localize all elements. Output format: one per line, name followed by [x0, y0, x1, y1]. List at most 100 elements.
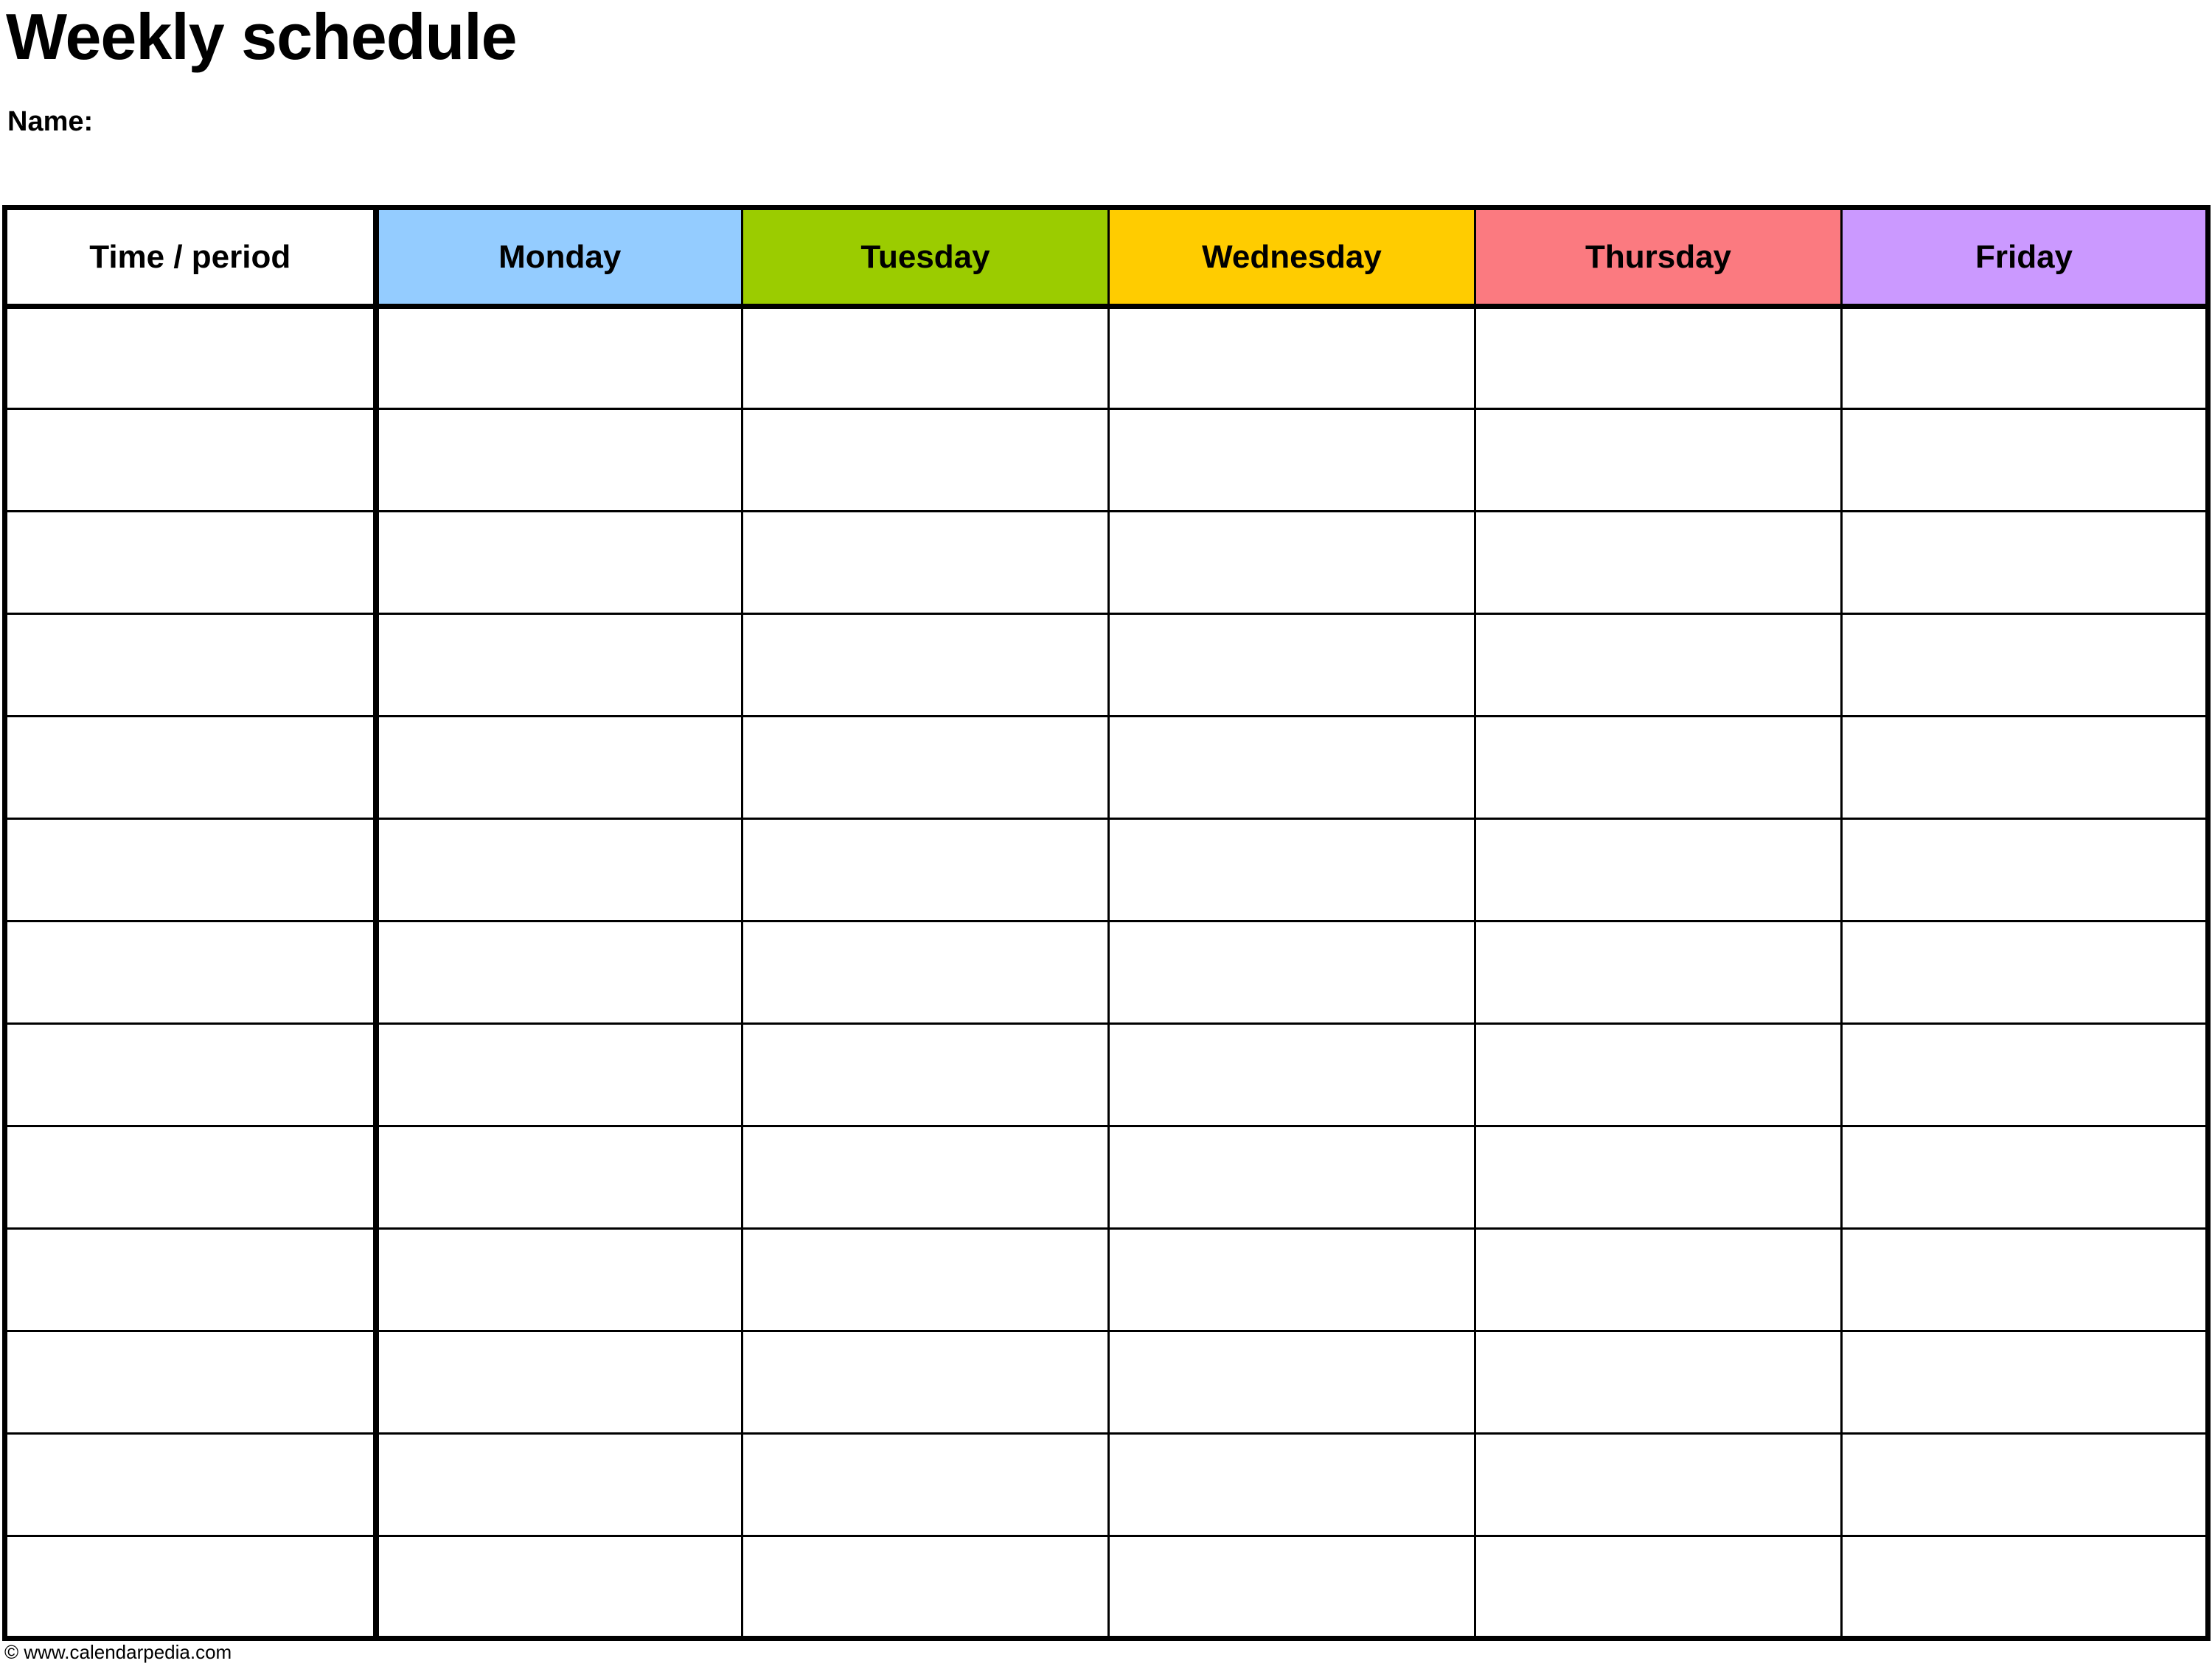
schedule-cell-tuesday[interactable] — [741, 1227, 1110, 1332]
schedule-cell-tuesday[interactable] — [741, 510, 1110, 615]
schedule-cell-friday[interactable] — [1840, 1535, 2209, 1640]
weekly-schedule-table: Time / period Monday Tuesday Wednesday T… — [2, 205, 2211, 1641]
schedule-cell-time[interactable] — [4, 1535, 379, 1640]
schedule-cell-wednesday[interactable] — [1107, 715, 1476, 820]
column-header-time-period: Time / period — [4, 207, 379, 309]
schedule-cell-friday[interactable] — [1840, 613, 2209, 717]
schedule-cell-tuesday[interactable] — [741, 1022, 1110, 1127]
schedule-cell-tuesday[interactable] — [741, 818, 1110, 922]
schedule-cell-friday[interactable] — [1840, 510, 2209, 615]
table-row — [4, 1330, 2209, 1435]
schedule-cell-wednesday[interactable] — [1107, 920, 1476, 1025]
schedule-cell-wednesday[interactable] — [1107, 818, 1476, 922]
schedule-cell-friday[interactable] — [1840, 1432, 2209, 1537]
name-field-label: Name: — [7, 106, 94, 137]
schedule-cell-monday[interactable] — [375, 613, 743, 717]
table-row — [4, 1432, 2209, 1537]
schedule-cell-monday[interactable] — [375, 408, 743, 512]
schedule-cell-time[interactable] — [4, 1330, 379, 1435]
schedule-cell-friday[interactable] — [1840, 306, 2209, 410]
table-body — [4, 306, 2209, 1640]
schedule-cell-wednesday[interactable] — [1107, 306, 1476, 410]
weekly-schedule-page: Weekly schedule Name: Time / period Mond… — [0, 0, 2212, 1669]
schedule-cell-monday[interactable] — [375, 1227, 743, 1332]
schedule-cell-thursday[interactable] — [1474, 715, 1843, 820]
schedule-cell-thursday[interactable] — [1474, 1432, 1843, 1537]
schedule-cell-thursday[interactable] — [1474, 1535, 1843, 1640]
schedule-cell-time[interactable] — [4, 510, 379, 615]
schedule-cell-wednesday[interactable] — [1107, 1227, 1476, 1332]
schedule-cell-friday[interactable] — [1840, 818, 2209, 922]
schedule-cell-friday[interactable] — [1840, 920, 2209, 1025]
schedule-cell-thursday[interactable] — [1474, 1227, 1843, 1332]
schedule-cell-tuesday[interactable] — [741, 715, 1110, 820]
schedule-cell-time[interactable] — [4, 818, 379, 922]
schedule-cell-tuesday[interactable] — [741, 613, 1110, 717]
schedule-cell-tuesday[interactable] — [741, 306, 1110, 410]
page-title: Weekly schedule — [6, 0, 518, 73]
schedule-cell-monday[interactable] — [375, 818, 743, 922]
schedule-cell-tuesday[interactable] — [741, 408, 1110, 512]
schedule-table-container: Time / period Monday Tuesday Wednesday T… — [2, 205, 2211, 1641]
schedule-cell-time[interactable] — [4, 408, 379, 512]
footer-credit: © www.calendarpedia.com — [4, 1641, 232, 1663]
schedule-cell-time[interactable] — [4, 1227, 379, 1332]
schedule-cell-monday[interactable] — [375, 1022, 743, 1127]
schedule-cell-monday[interactable] — [375, 1125, 743, 1230]
schedule-cell-monday[interactable] — [375, 1330, 743, 1435]
schedule-cell-friday[interactable] — [1840, 715, 2209, 820]
table-row — [4, 920, 2209, 1025]
schedule-cell-wednesday[interactable] — [1107, 1022, 1476, 1127]
schedule-cell-friday[interactable] — [1840, 1227, 2209, 1332]
schedule-cell-thursday[interactable] — [1474, 408, 1843, 512]
schedule-cell-wednesday[interactable] — [1107, 1330, 1476, 1435]
schedule-cell-monday[interactable] — [375, 510, 743, 615]
schedule-cell-time[interactable] — [4, 613, 379, 717]
schedule-cell-time[interactable] — [4, 1432, 379, 1537]
schedule-cell-tuesday[interactable] — [741, 1535, 1110, 1640]
schedule-cell-thursday[interactable] — [1474, 920, 1843, 1025]
table-row — [4, 408, 2209, 512]
schedule-cell-monday[interactable] — [375, 920, 743, 1025]
schedule-cell-wednesday[interactable] — [1107, 510, 1476, 615]
schedule-cell-time[interactable] — [4, 1022, 379, 1127]
schedule-cell-friday[interactable] — [1840, 1022, 2209, 1127]
schedule-cell-wednesday[interactable] — [1107, 408, 1476, 512]
column-header-monday: Monday — [375, 207, 743, 309]
heading-block: Weekly schedule Name: — [6, 0, 2203, 136]
schedule-cell-friday[interactable] — [1840, 1125, 2209, 1230]
schedule-cell-monday[interactable] — [375, 1432, 743, 1537]
table-row — [4, 613, 2209, 717]
schedule-cell-thursday[interactable] — [1474, 1022, 1843, 1127]
column-header-thursday: Thursday — [1474, 207, 1843, 309]
schedule-cell-tuesday[interactable] — [741, 1330, 1110, 1435]
schedule-cell-thursday[interactable] — [1474, 1330, 1843, 1435]
schedule-cell-thursday[interactable] — [1474, 613, 1843, 717]
schedule-cell-wednesday[interactable] — [1107, 1535, 1476, 1640]
schedule-cell-tuesday[interactable] — [741, 1432, 1110, 1537]
schedule-cell-time[interactable] — [4, 715, 379, 820]
column-header-tuesday: Tuesday — [741, 207, 1110, 309]
schedule-cell-thursday[interactable] — [1474, 510, 1843, 615]
schedule-cell-thursday[interactable] — [1474, 1125, 1843, 1230]
schedule-cell-monday[interactable] — [375, 306, 743, 410]
schedule-cell-thursday[interactable] — [1474, 818, 1843, 922]
schedule-cell-tuesday[interactable] — [741, 1125, 1110, 1230]
schedule-cell-wednesday[interactable] — [1107, 1125, 1476, 1230]
schedule-cell-thursday[interactable] — [1474, 306, 1843, 410]
schedule-cell-wednesday[interactable] — [1107, 613, 1476, 717]
column-header-wednesday: Wednesday — [1107, 207, 1476, 309]
schedule-cell-time[interactable] — [4, 920, 379, 1025]
table-row — [4, 1535, 2209, 1640]
table-row — [4, 715, 2209, 820]
schedule-cell-friday[interactable] — [1840, 408, 2209, 512]
schedule-cell-monday[interactable] — [375, 1535, 743, 1640]
table-head: Time / period Monday Tuesday Wednesday T… — [4, 207, 2209, 309]
schedule-cell-time[interactable] — [4, 1125, 379, 1230]
schedule-cell-monday[interactable] — [375, 715, 743, 820]
schedule-cell-tuesday[interactable] — [741, 920, 1110, 1025]
schedule-cell-time[interactable] — [4, 306, 379, 410]
schedule-cell-friday[interactable] — [1840, 1330, 2209, 1435]
schedule-cell-wednesday[interactable] — [1107, 1432, 1476, 1537]
table-header-row: Time / period Monday Tuesday Wednesday T… — [4, 207, 2209, 309]
